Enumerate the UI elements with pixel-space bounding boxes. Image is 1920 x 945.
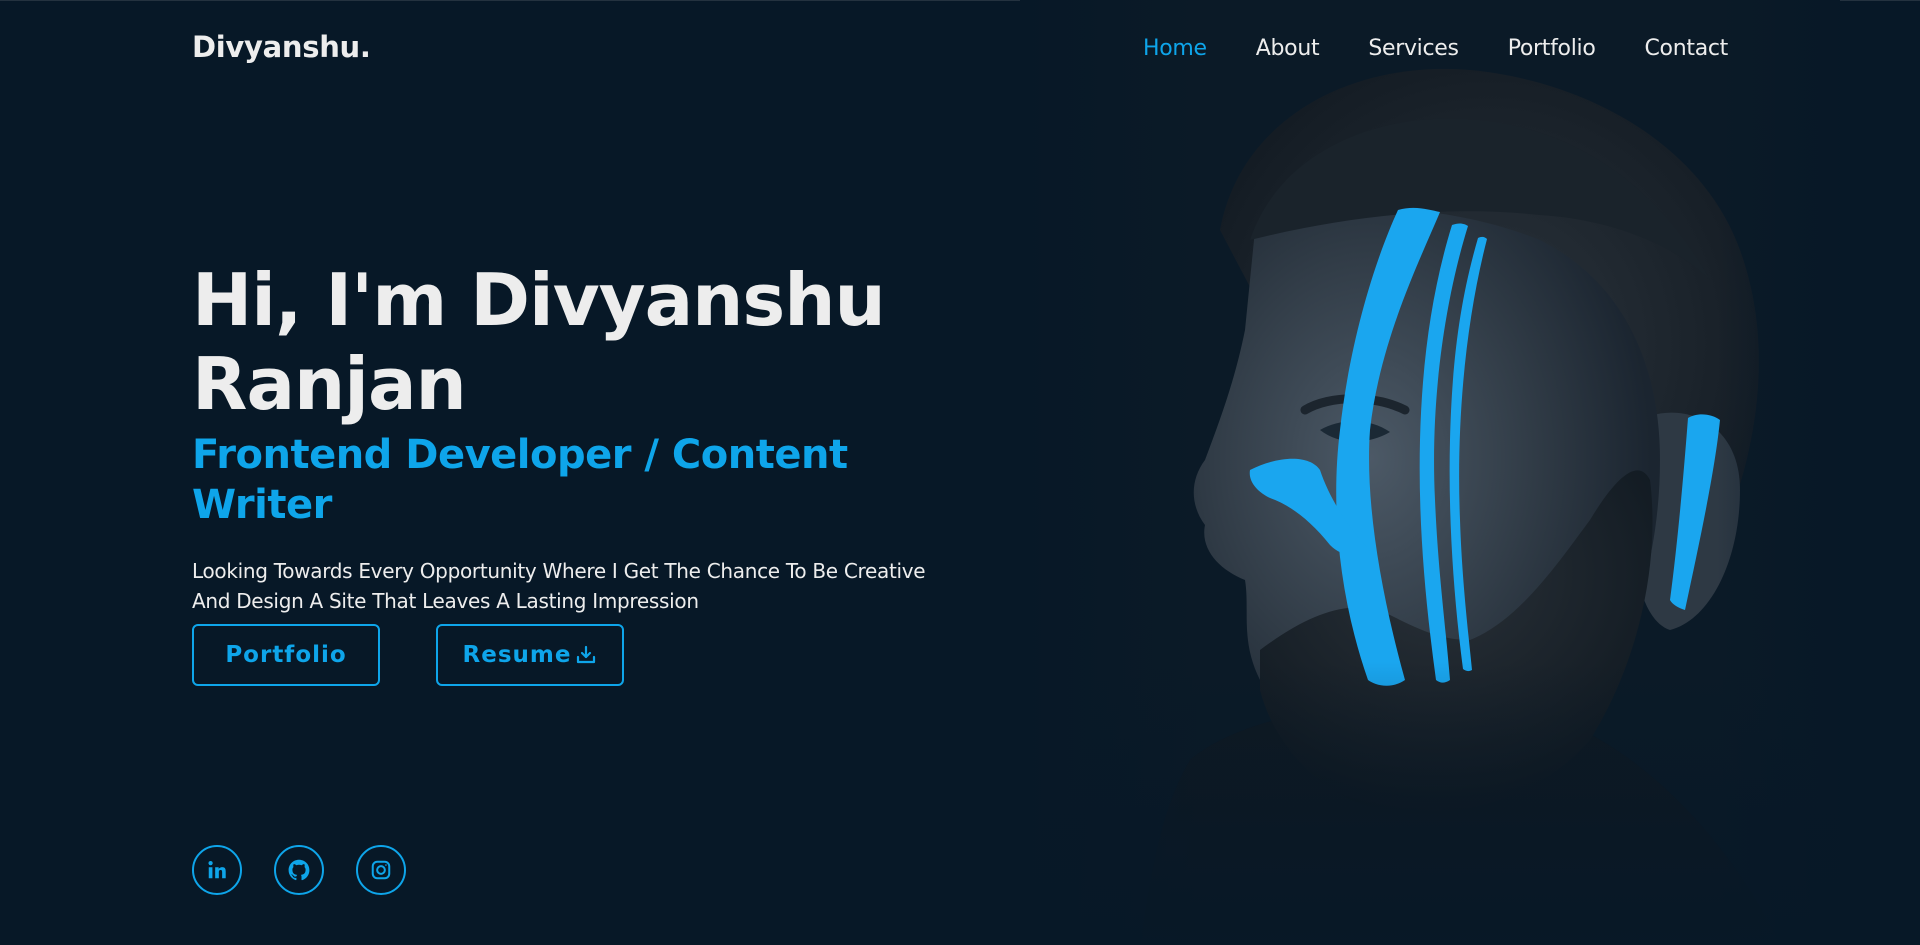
resume-button-label: Resume xyxy=(462,642,572,668)
linkedin-icon xyxy=(208,861,226,879)
page: Divyanshu. Home About Services Portfolio… xyxy=(0,0,1920,945)
nav-link-home[interactable]: Home xyxy=(1143,36,1207,61)
nav-link-services[interactable]: Services xyxy=(1368,36,1459,61)
download-icon xyxy=(577,645,596,664)
linkedin-link[interactable] xyxy=(192,845,242,895)
hero-description-line-2: And Design A Site That Leaves A Lasting … xyxy=(192,589,699,613)
hero-title-line-2: Ranjan xyxy=(192,342,467,426)
hero-title-line-1: Hi, I'm Divyanshu xyxy=(192,258,886,342)
hero-subtitle: Frontend Developer / Content Writer xyxy=(192,432,848,528)
nav-link-portfolio[interactable]: Portfolio xyxy=(1508,36,1596,61)
hero-buttons: Portfolio Resume xyxy=(192,624,624,686)
instagram-icon xyxy=(371,860,391,880)
main-nav: Home About Services Portfolio Contact xyxy=(1143,36,1728,61)
instagram-link[interactable] xyxy=(356,845,406,895)
hero-section: Hi, I'm Divyanshu Ranjan Frontend Develo… xyxy=(192,258,992,616)
social-links xyxy=(192,845,406,895)
hero-title: Hi, I'm Divyanshu Ranjan xyxy=(192,258,992,426)
hero-description: Looking Towards Every Opportunity Where … xyxy=(192,556,962,616)
nav-link-contact[interactable]: Contact xyxy=(1645,36,1729,61)
portfolio-button[interactable]: Portfolio xyxy=(192,624,380,686)
hero-portrait-image xyxy=(1020,0,1840,945)
portfolio-button-label: Portfolio xyxy=(225,642,347,668)
resume-button[interactable]: Resume xyxy=(436,624,624,686)
nav-link-about[interactable]: About xyxy=(1256,36,1320,61)
hero-description-line-1: Looking Towards Every Opportunity Where … xyxy=(192,559,926,583)
github-icon xyxy=(288,859,310,881)
site-logo[interactable]: Divyanshu. xyxy=(192,30,371,64)
github-link[interactable] xyxy=(274,845,324,895)
